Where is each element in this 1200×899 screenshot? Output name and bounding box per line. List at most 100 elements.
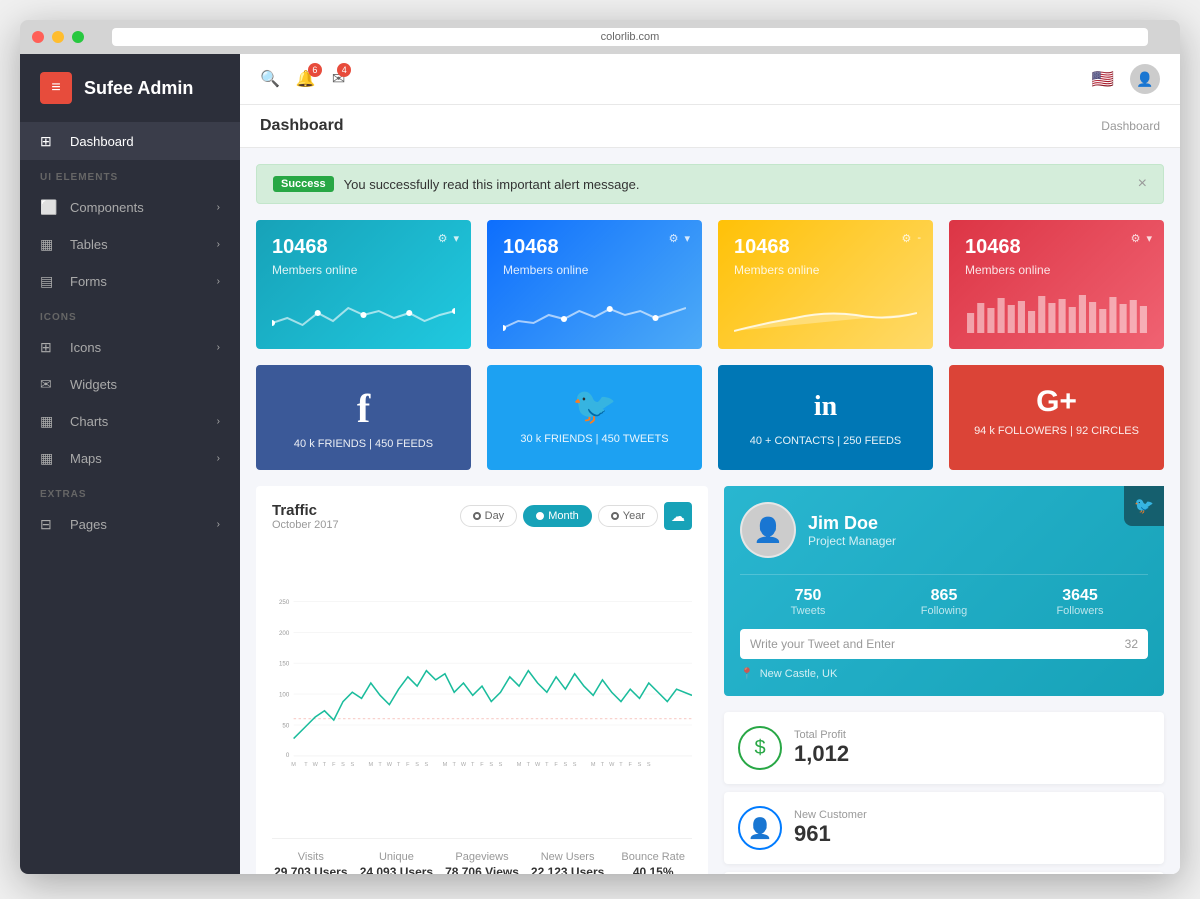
search-button[interactable]: 🔍 xyxy=(260,69,280,89)
twitter-profile-card: 🐦 👤 Jim Doe Project Manager 750 xyxy=(724,486,1164,696)
stat-label: New Users xyxy=(529,851,607,863)
svg-text:0: 0 xyxy=(286,752,290,759)
stat-number: 10468 xyxy=(734,236,917,259)
filter-month-button[interactable]: Month xyxy=(523,505,592,527)
svg-text:S: S xyxy=(573,762,577,768)
filter-day-button[interactable]: Day xyxy=(460,505,518,527)
svg-text:T: T xyxy=(545,762,549,768)
svg-text:M: M xyxy=(443,762,448,768)
svg-text:M: M xyxy=(291,762,296,768)
social-card-twitter[interactable]: 🐦 30 k FRIENDS | 450 TWEETS xyxy=(487,365,702,470)
alert-close-button[interactable]: × xyxy=(1138,175,1147,193)
stat-label: Visits xyxy=(272,851,350,863)
browser-window: colorlib.com ≡ Sufee Admin ⊞ Dashboard U… xyxy=(20,20,1180,874)
expand-icon[interactable]: ▾ xyxy=(1146,232,1152,245)
tweet-char-count: 32 xyxy=(1125,637,1138,651)
stat-number: 10468 xyxy=(965,236,1148,259)
svg-text:100: 100 xyxy=(279,692,290,699)
notifications-button[interactable]: 🔔 6 xyxy=(296,69,316,89)
chevron-right-icon: › xyxy=(217,519,220,530)
chart-footer: Visits 29.703 Users (40%) Unique xyxy=(272,838,692,874)
dashboard-icon: ⊞ xyxy=(40,133,60,150)
sidebar-item-components[interactable]: ⬜ Components › xyxy=(20,189,240,226)
social-card-google[interactable]: G+ 94 k FOLLOWERS | 92 CIRCLES xyxy=(949,365,1164,470)
profit-value: 1,012 xyxy=(794,741,849,767)
section-icons: ICONS xyxy=(20,300,240,329)
expand-icon[interactable]: ▾ xyxy=(453,232,459,245)
tweet-input-box[interactable]: Write your Tweet and Enter 32 xyxy=(740,629,1148,659)
sidebar-item-label: Icons xyxy=(70,340,101,355)
twitter-corner-icon: 🐦 xyxy=(1124,486,1164,526)
stat-number: 10468 xyxy=(503,236,686,259)
stat-card-actions: ⚙ ▾ xyxy=(1131,232,1152,245)
stat-label: Members online xyxy=(965,263,1148,277)
expand-icon[interactable]: - xyxy=(917,232,921,245)
chevron-right-icon: › xyxy=(217,202,220,213)
language-flag[interactable]: 🇺🇸 xyxy=(1092,69,1114,90)
tweet-footer: 📍 New Castle, UK xyxy=(740,667,1148,680)
maximize-dot[interactable] xyxy=(72,31,84,43)
charts-icon: ▦ xyxy=(40,413,60,430)
customer-label: New Customer xyxy=(794,809,867,821)
stat-label: Members online xyxy=(734,263,917,277)
social-row: f 40 k FRIENDS | 450 FEEDS 🐦 30 k FRIEND… xyxy=(256,365,1164,470)
settings-icon[interactable]: ⚙ xyxy=(1131,232,1141,245)
metric-card-projects: ⊞ Active Projects 770 xyxy=(724,872,1164,874)
settings-icon[interactable]: ⚙ xyxy=(901,232,911,245)
minimize-dot[interactable] xyxy=(52,31,64,43)
followers-stat: 3645 Followers xyxy=(1012,587,1148,617)
forms-icon: ▤ xyxy=(40,273,60,290)
sidebar-item-charts[interactable]: ▦ Charts › xyxy=(20,403,240,440)
sidebar-item-pages[interactable]: ⊟ Pages › xyxy=(20,506,240,543)
sidebar-brand: ≡ Sufee Admin xyxy=(20,54,240,123)
tweets-label: Tweets xyxy=(740,605,876,617)
twitter-stats: 750 Tweets 865 Following 3645 Followers xyxy=(740,574,1148,617)
sidebar-item-label: Maps xyxy=(70,451,102,466)
user-avatar[interactable]: 👤 xyxy=(1130,64,1160,94)
filter-year-button[interactable]: Year xyxy=(598,505,658,527)
settings-icon[interactable]: ⚙ xyxy=(669,232,679,245)
stat-card-actions: ⚙ ▾ xyxy=(669,232,690,245)
sidebar-item-forms[interactable]: ▤ Forms › xyxy=(20,263,240,300)
stat-card-actions: ⚙ ▾ xyxy=(438,232,459,245)
social-card-linkedin[interactable]: in 40 + CONTACTS | 250 FEEDS xyxy=(718,365,933,470)
stat-value: 29.703 Users (40%) xyxy=(272,865,350,874)
profit-icon-circle: $ xyxy=(738,726,782,770)
url-bar[interactable]: colorlib.com xyxy=(112,28,1148,46)
location-pin-icon: 📍 xyxy=(740,667,754,680)
sidebar-item-icons[interactable]: ⊞ Icons › xyxy=(20,329,240,366)
sidebar: ≡ Sufee Admin ⊞ Dashboard UI ELEMENTS ⬜ … xyxy=(20,54,240,874)
app-container: ≡ Sufee Admin ⊞ Dashboard UI ELEMENTS ⬜ … xyxy=(20,54,1180,874)
messages-button[interactable]: ✉ 4 xyxy=(332,69,345,89)
stat-card-blue: ⚙ ▾ 10468 Members online xyxy=(487,220,702,349)
svg-text:F: F xyxy=(406,762,410,768)
icons-icon: ⊞ xyxy=(40,339,60,356)
svg-text:F: F xyxy=(554,762,558,768)
expand-icon[interactable]: ▾ xyxy=(684,232,690,245)
sidebar-item-tables[interactable]: ▦ Tables › xyxy=(20,226,240,263)
tweet-placeholder: Write your Tweet and Enter xyxy=(750,637,895,651)
svg-text:W: W xyxy=(461,762,467,768)
social-card-facebook[interactable]: f 40 k FRIENDS | 450 FEEDS xyxy=(256,365,471,470)
sidebar-item-label: Dashboard xyxy=(70,134,134,149)
radio-month xyxy=(536,512,544,520)
stat-chart xyxy=(272,293,455,333)
notifications-badge: 6 xyxy=(308,63,322,77)
chart-stat-unique: Unique 24.093 Users (20%) xyxy=(358,851,436,874)
traffic-title: Traffic xyxy=(272,502,339,519)
download-button[interactable]: ☁ xyxy=(664,502,692,530)
sidebar-item-widgets[interactable]: ✉ Widgets xyxy=(20,366,240,403)
stat-label: Pageviews xyxy=(443,851,521,863)
svg-text:S: S xyxy=(638,762,642,768)
sidebar-item-dashboard[interactable]: ⊞ Dashboard xyxy=(20,123,240,160)
close-dot[interactable] xyxy=(32,31,44,43)
traffic-subtitle: October 2017 xyxy=(272,519,339,531)
sidebar-item-maps[interactable]: ▦ Maps › xyxy=(20,440,240,477)
sidebar-item-label: Tables xyxy=(70,237,108,252)
settings-icon[interactable]: ⚙ xyxy=(438,232,448,245)
svg-text:200: 200 xyxy=(279,630,290,637)
svg-text:W: W xyxy=(535,762,541,768)
svg-text:F: F xyxy=(629,762,633,768)
pages-icon: ⊟ xyxy=(40,516,60,533)
stat-label: Bounce Rate xyxy=(614,851,692,863)
